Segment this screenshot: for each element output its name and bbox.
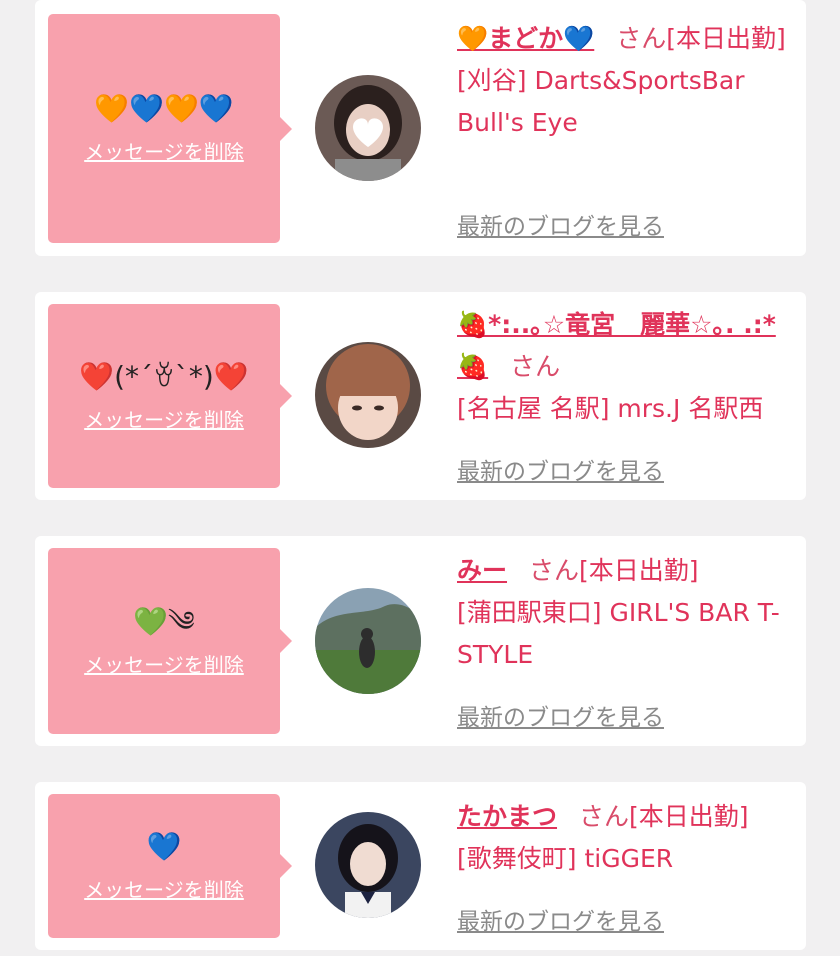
latest-blog-link[interactable]: 最新のブログを見る: [457, 902, 664, 936]
honorific: さん: [510, 352, 561, 381]
message-bubble: 💚༄ メッセージを削除: [48, 548, 292, 734]
avatar-photo-icon: [315, 75, 421, 181]
avatar-photo-icon: [315, 342, 421, 448]
honorific: さん: [616, 24, 667, 53]
avatar[interactable]: [315, 342, 421, 448]
latest-blog-link[interactable]: 最新のブログを見る: [457, 452, 664, 486]
message-card: 💚༄ メッセージを削除 みー さん[本日出勤] [蒲田駅東口] GIRL'S BA…: [35, 536, 806, 746]
honorific: さん: [529, 556, 580, 585]
status-text: [本日出勤]: [666, 24, 786, 53]
message-card: ❤️(*´ꈊ`*)❤️ メッセージを削除 🍓*:..｡☆竜宮 麗華☆｡. .:*…: [35, 292, 806, 500]
avatar-photo-icon: [315, 588, 421, 694]
message-card: 🧡💙🧡💙 メッセージを削除 🧡まどか💙 さん[本日出勤] [刈谷] Darts&S…: [35, 0, 806, 256]
status-text: [本日出勤]: [629, 802, 749, 831]
message-card: 💙 メッセージを削除 たかまつ さん[本日出勤] [歌舞伎町] tiGGER 最新…: [35, 782, 806, 950]
shop-text: [刈谷] Darts&SportsBar Bull's Eye: [457, 66, 745, 137]
delete-message-link[interactable]: メッセージを削除: [84, 874, 244, 903]
cast-info: 🍓*:..｡☆竜宮 麗華☆｡. .:*🍓 さん [名古屋 名駅] mrs.J 名駅…: [457, 304, 797, 430]
status-text: [本日出勤]: [579, 556, 699, 585]
avatar-photo-icon: [315, 812, 421, 918]
avatar[interactable]: [315, 75, 421, 181]
delete-message-link[interactable]: メッセージを削除: [84, 649, 244, 678]
honorific: さん: [579, 802, 630, 831]
delete-message-link[interactable]: メッセージを削除: [84, 404, 244, 433]
message-text: 💚༄: [133, 604, 195, 638]
cast-name-link[interactable]: 🍓*:..｡☆竜宮 麗華☆｡. .:*🍓: [457, 310, 776, 381]
message-bubble: 🧡💙🧡💙 メッセージを削除: [48, 14, 292, 243]
message-text: ❤️(*´ꈊ`*)❤️: [79, 359, 249, 393]
message-text: 💙: [146, 829, 182, 863]
avatar[interactable]: [315, 588, 421, 694]
cast-info: たかまつ さん[本日出勤] [歌舞伎町] tiGGER: [457, 796, 797, 880]
latest-blog-link[interactable]: 最新のブログを見る: [457, 207, 664, 241]
latest-blog-link[interactable]: 最新のブログを見る: [457, 698, 664, 732]
cast-info: みー さん[本日出勤] [蒲田駅東口] GIRL'S BAR T-STYLE: [457, 550, 797, 676]
message-bubble: ❤️(*´ꈊ`*)❤️ メッセージを削除: [48, 304, 292, 488]
shop-text: [名古屋 名駅] mrs.J 名駅西: [457, 394, 764, 423]
shop-text: [歌舞伎町] tiGGER: [457, 844, 674, 873]
delete-message-link[interactable]: メッセージを削除: [84, 136, 244, 165]
shop-text: [蒲田駅東口] GIRL'S BAR T-STYLE: [457, 598, 780, 669]
cast-name-link[interactable]: みー: [457, 556, 507, 585]
cast-name-link[interactable]: 🧡まどか💙: [457, 24, 594, 53]
message-text: 🧡💙🧡💙: [94, 92, 234, 125]
message-bubble: 💙 メッセージを削除: [48, 794, 292, 938]
avatar[interactable]: [315, 812, 421, 918]
cast-info: 🧡まどか💙 さん[本日出勤] [刈谷] Darts&SportsBar Bull'…: [457, 18, 797, 144]
cast-name-link[interactable]: たかまつ: [457, 802, 557, 831]
